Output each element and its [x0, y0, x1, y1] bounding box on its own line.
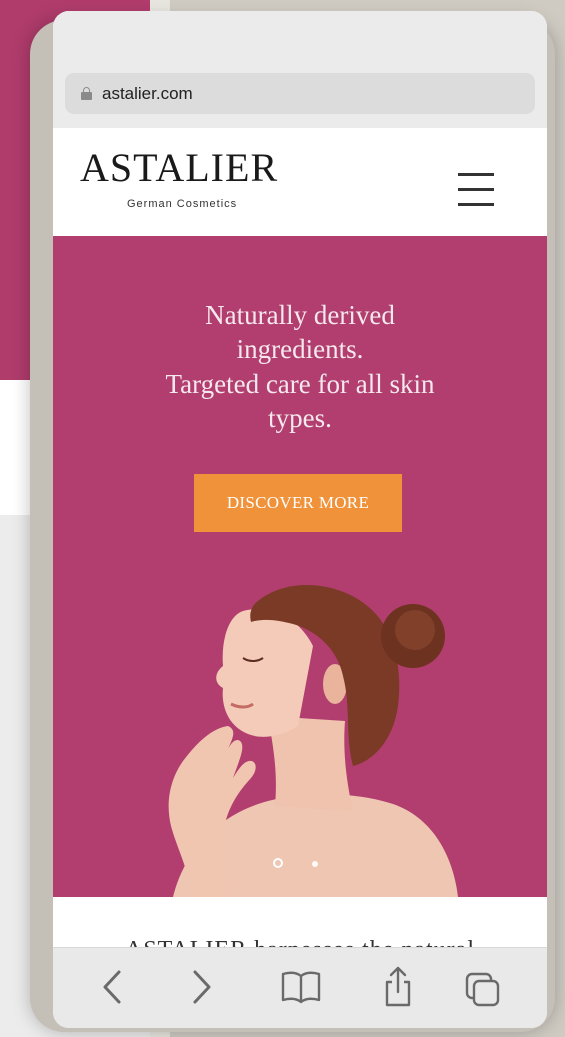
site-tagline: German Cosmetics [127, 198, 238, 210]
discover-more-button[interactable]: DISCOVER MORE [194, 474, 402, 532]
hero-line: Targeted care for all skin [165, 368, 435, 399]
carousel-indicators [273, 858, 323, 870]
tabs-icon[interactable] [461, 962, 505, 1012]
intro-text: ASTALIER harnesses the natural [53, 937, 547, 947]
site-logo[interactable]: ASTALIER [80, 148, 278, 188]
hero-line: ingredients. [236, 334, 364, 365]
phone-screen: astalier.com ASTALIER German Cosmetics N… [53, 11, 547, 1028]
intro-section: ASTALIER harnesses the natural [53, 897, 547, 947]
menu-icon[interactable] [458, 173, 494, 206]
hero-line: Naturally derived [205, 300, 395, 330]
back-icon[interactable] [93, 962, 133, 1012]
site-header: ASTALIER German Cosmetics [53, 128, 547, 236]
hero-model-image [168, 584, 458, 897]
browser-chrome: astalier.com [53, 11, 547, 128]
forward-icon[interactable] [181, 962, 221, 1012]
url-text: astalier.com [102, 83, 193, 103]
bookmarks-icon[interactable] [278, 962, 324, 1012]
carousel-dot-active[interactable] [273, 858, 283, 868]
share-icon[interactable] [378, 962, 418, 1012]
carousel-dot[interactable] [312, 861, 318, 867]
browser-toolbar [53, 947, 547, 1028]
address-bar[interactable]: astalier.com [65, 73, 535, 114]
hero-banner: Naturally derived ingredients. Targeted … [53, 236, 547, 897]
lock-icon [81, 87, 92, 100]
hero-headline: Naturally derived ingredients. Targeted … [53, 298, 547, 435]
hero-line: types. [268, 402, 332, 433]
